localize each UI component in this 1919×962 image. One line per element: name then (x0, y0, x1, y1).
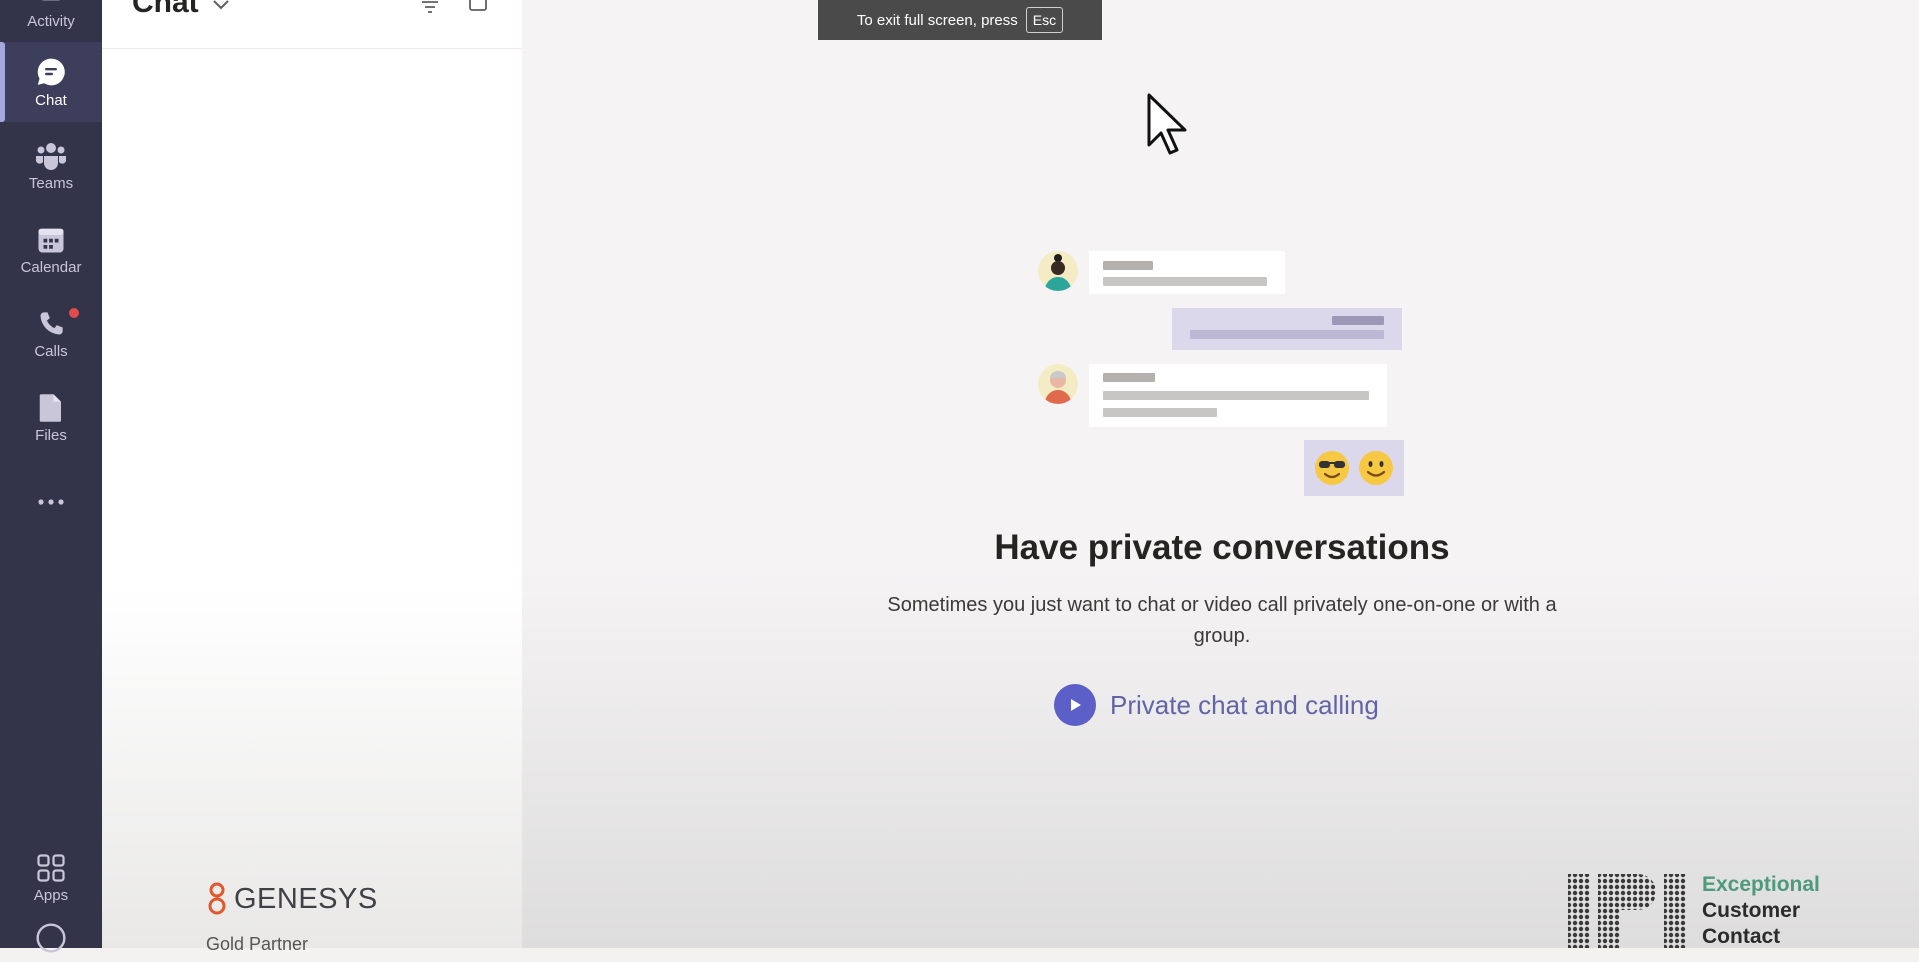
teams-icon (36, 142, 66, 170)
notification-badge (69, 308, 79, 318)
genesys-wordmark: GENESYS (234, 882, 378, 915)
phone-icon (40, 311, 63, 334)
fullscreen-banner-text: To exit full screen, press (856, 11, 1018, 29)
apps-grid-icon (37, 853, 65, 882)
rail-item-more[interactable] (0, 462, 102, 542)
ipi-line-1: Exceptional (1702, 873, 1820, 896)
file-icon (39, 393, 61, 422)
private-chat-video-link[interactable]: Private chat and calling (1054, 684, 1379, 726)
chat-bubble-icon (37, 58, 65, 85)
genesys-mark-icon (208, 882, 226, 915)
ipi-line-3: Contact (1702, 925, 1781, 948)
genesys-logo: GENESYS (206, 882, 378, 916)
calendar-icon (38, 228, 64, 252)
chat-main-pane (522, 0, 1919, 948)
rail-label-apps: Apps (33, 886, 69, 904)
message-bubble-1 (1089, 251, 1285, 294)
rail-item-help[interactable] (0, 922, 102, 962)
rail-item-calendar[interactable]: Calendar (0, 210, 102, 290)
sunglasses-emoji-icon (1315, 451, 1349, 485)
avatar-woman (1038, 251, 1078, 291)
rail-item-files[interactable]: Files (0, 378, 102, 458)
app-rail: Activity Chat Teams Calendar Calls Files… (0, 0, 102, 953)
chat-list-pane: Chat GENESYS Gold Partner (102, 0, 523, 954)
emoji-reaction-bubble (1304, 440, 1404, 496)
chevron-down-icon[interactable] (212, 0, 230, 10)
rail-label-calls: Calls (34, 342, 68, 360)
fullscreen-exit-banner: To exit full screen, press Esc (818, 0, 1102, 40)
more-icon (38, 499, 64, 505)
message-bubble-3 (1089, 364, 1387, 427)
rail-label-files: Files (35, 426, 67, 444)
play-button[interactable] (1054, 684, 1096, 726)
chat-list-header: Chat (102, 0, 522, 49)
rail-item-teams[interactable]: Teams (0, 126, 102, 206)
rail-item-calls[interactable]: Calls (0, 294, 102, 374)
new-chat-icon[interactable] (468, 0, 490, 12)
ipi-tagline: Exceptional Customer Contact (1702, 872, 1820, 950)
ipi-logo: Exceptional Customer Contact (1566, 872, 1820, 950)
empty-state-headline: Have private conversations (994, 528, 1450, 567)
help-icon (36, 923, 66, 953)
rail-item-chat[interactable]: Chat (0, 42, 102, 122)
rail-label-teams: Teams (28, 174, 74, 192)
genesys-partner-label: Gold Partner (206, 934, 309, 954)
chat-list-title[interactable]: Chat (132, 0, 199, 20)
smiley-emoji-icon (1359, 451, 1393, 485)
rail-item-activity[interactable]: Activity (0, 0, 102, 46)
ipi-mark-icon (1568, 874, 1686, 948)
message-bubble-2 (1172, 308, 1402, 350)
rail-item-apps[interactable]: Apps (0, 838, 102, 918)
video-link-label[interactable]: Private chat and calling (1110, 690, 1379, 721)
empty-state-description: Sometimes you just want to chat or video… (887, 594, 1557, 647)
play-icon (1071, 699, 1081, 711)
esc-key: Esc (1025, 7, 1064, 33)
rail-label-calendar: Calendar (20, 258, 82, 276)
avatar-man (1038, 364, 1078, 404)
filter-icon[interactable] (420, 0, 440, 14)
rail-label-chat: Chat (35, 91, 67, 109)
mouse-cursor-icon (1147, 93, 1187, 155)
bell-icon (38, 0, 64, 9)
rail-label-activity: Activity (27, 12, 75, 30)
ipi-line-2: Customer (1702, 899, 1801, 922)
